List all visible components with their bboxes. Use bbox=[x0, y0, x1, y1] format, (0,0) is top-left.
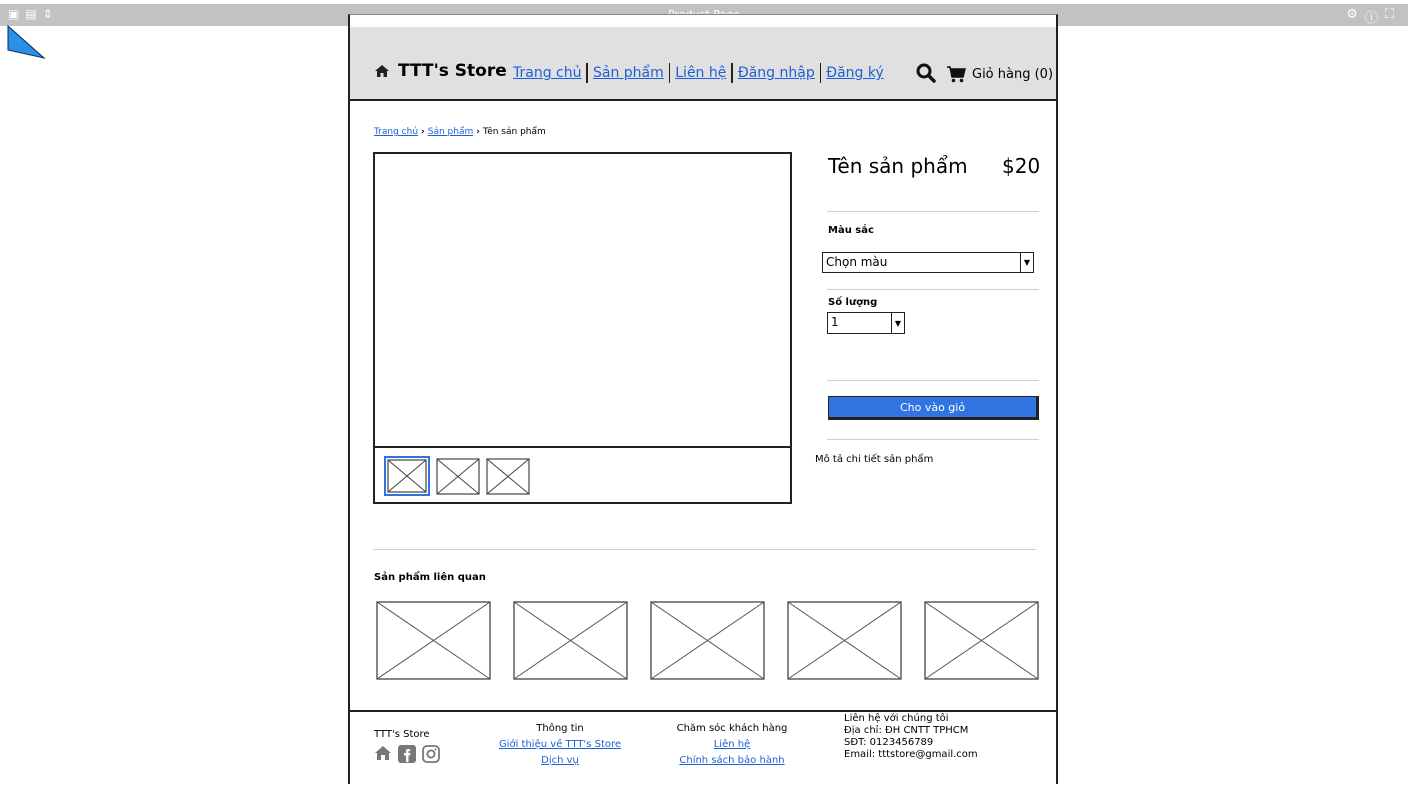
cart-label: Giỏ hàng (0) bbox=[972, 66, 1054, 82]
site-header: TTT's Store Trang chủ Sản phẩm Liên hệ Đ… bbox=[350, 27, 1056, 101]
annotation-arrow-icon bbox=[7, 24, 46, 59]
brand-name: TTT's Store bbox=[398, 61, 507, 81]
nav-divider bbox=[586, 63, 588, 83]
fullscreen-icon[interactable]: ⛶ bbox=[1385, 7, 1394, 26]
breadcrumb: Trang chủ › Sản phẩm › Tên sản phẩm bbox=[374, 127, 546, 137]
footer-link-contact[interactable]: Liên hệ bbox=[714, 739, 751, 750]
footer-address: Địa chỉ: ĐH CNTT TPHCM bbox=[844, 725, 969, 736]
cart-icon bbox=[947, 66, 966, 83]
nav-home[interactable]: Trang chủ bbox=[513, 65, 581, 81]
nav-products[interactable]: Sản phẩm bbox=[593, 65, 664, 81]
divider bbox=[827, 439, 1039, 440]
related-product-image[interactable] bbox=[924, 601, 1039, 680]
chevron-right-icon: › bbox=[476, 127, 480, 137]
main-nav: Trang chủ Sản phẩm Liên hệ Đăng nhập Đăn… bbox=[513, 63, 884, 83]
home-icon bbox=[375, 65, 389, 77]
toolbar-right-icons: ⚙ ⓘ ⛶ bbox=[1346, 7, 1394, 26]
footer-link-about[interactable]: Giới thiệu về TTT's Store bbox=[499, 739, 621, 750]
site-footer: TTT's Store Thông tin Giới thiệu về TTT'… bbox=[350, 710, 1056, 792]
divider bbox=[827, 211, 1039, 212]
thumbnail-image[interactable] bbox=[436, 456, 480, 496]
color-select[interactable]: Chọn màu ▼ bbox=[822, 252, 1034, 273]
divider bbox=[373, 549, 1036, 550]
related-products-title: Sản phẩm liên quan bbox=[374, 572, 486, 583]
related-products-list bbox=[376, 601, 1039, 680]
product-name: Tên sản phẩm bbox=[828, 154, 968, 178]
footer-care-title: Chăm sóc khách hàng bbox=[676, 723, 788, 734]
nav-register[interactable]: Đăng ký bbox=[826, 65, 884, 81]
footer-brand: TTT's Store bbox=[374, 729, 430, 740]
nav-login[interactable]: Đăng nhập bbox=[738, 65, 815, 81]
thumbnail-strip bbox=[384, 456, 530, 496]
info-icon[interactable]: ⓘ bbox=[1365, 7, 1378, 26]
breadcrumb-home[interactable]: Trang chủ bbox=[374, 127, 418, 137]
facebook-icon[interactable] bbox=[398, 745, 416, 763]
nav-contact[interactable]: Liên hệ bbox=[675, 65, 726, 81]
cart-button[interactable]: Giỏ hàng (0) bbox=[946, 65, 1053, 83]
footer-care-col: Chăm sóc khách hàng Liên hệ Chính sách b… bbox=[662, 722, 802, 770]
chevron-right-icon: › bbox=[421, 127, 425, 137]
footer-phone: SĐT: 0123456789 bbox=[844, 737, 934, 748]
footer-info-title: Thông tin bbox=[536, 723, 584, 734]
product-description: Mô tả chi tiết sản phẩm bbox=[815, 454, 934, 465]
footer-link-services[interactable]: Dịch vụ bbox=[541, 755, 579, 766]
main-product-image bbox=[375, 154, 790, 448]
related-product-image[interactable] bbox=[650, 601, 765, 680]
caret-down-icon[interactable]: ▼ bbox=[891, 313, 904, 333]
related-product-image[interactable] bbox=[376, 601, 491, 680]
footer-info-col: Thông tin Giới thiệu về TTT's Store Dịch… bbox=[490, 722, 630, 770]
nav-divider bbox=[731, 63, 733, 83]
product-price: $20 bbox=[1002, 154, 1041, 178]
add-to-cart-button[interactable]: Cho vào giỏ bbox=[828, 396, 1039, 420]
breadcrumb-category[interactable]: Sản phẩm bbox=[428, 127, 474, 137]
thumbnail-image[interactable] bbox=[384, 456, 430, 496]
browser-frame: TTT's Store Trang chủ Sản phẩm Liên hệ Đ… bbox=[348, 14, 1058, 784]
footer-contact-col: Liên hệ với chúng tôi Địa chỉ: ĐH CNTT T… bbox=[844, 713, 1044, 761]
footer-contact-title: Liên hệ với chúng tôi bbox=[844, 713, 949, 724]
instagram-icon[interactable] bbox=[422, 745, 440, 763]
divider bbox=[827, 380, 1039, 381]
product-gallery bbox=[373, 152, 792, 504]
nav-divider bbox=[819, 63, 822, 83]
quantity-label: Số lượng bbox=[828, 297, 878, 308]
caret-down-icon[interactable]: ▼ bbox=[1020, 253, 1033, 272]
gear-icon[interactable]: ⚙ bbox=[1346, 7, 1358, 26]
footer-email: Email: tttstore@gmail.com bbox=[844, 749, 978, 760]
social-icons bbox=[374, 745, 440, 763]
home-icon[interactable] bbox=[374, 745, 392, 761]
related-product-image[interactable] bbox=[787, 601, 902, 680]
color-label: Màu sắc bbox=[828, 225, 874, 236]
search-icon[interactable] bbox=[916, 63, 936, 83]
breadcrumb-current: Tên sản phẩm bbox=[482, 127, 546, 137]
footer-brand-col: TTT's Store bbox=[374, 728, 440, 763]
thumbnail-image[interactable] bbox=[486, 456, 530, 496]
color-select-value: Chọn màu bbox=[826, 255, 888, 269]
quantity-select[interactable]: 1 ▼ bbox=[827, 312, 905, 334]
brand[interactable]: TTT's Store bbox=[374, 61, 507, 81]
divider bbox=[827, 289, 1039, 290]
related-product-image[interactable] bbox=[513, 601, 628, 680]
footer-link-warranty[interactable]: Chính sách bảo hành bbox=[679, 755, 784, 766]
nav-divider bbox=[668, 63, 671, 83]
quantity-select-value: 1 bbox=[831, 315, 839, 329]
